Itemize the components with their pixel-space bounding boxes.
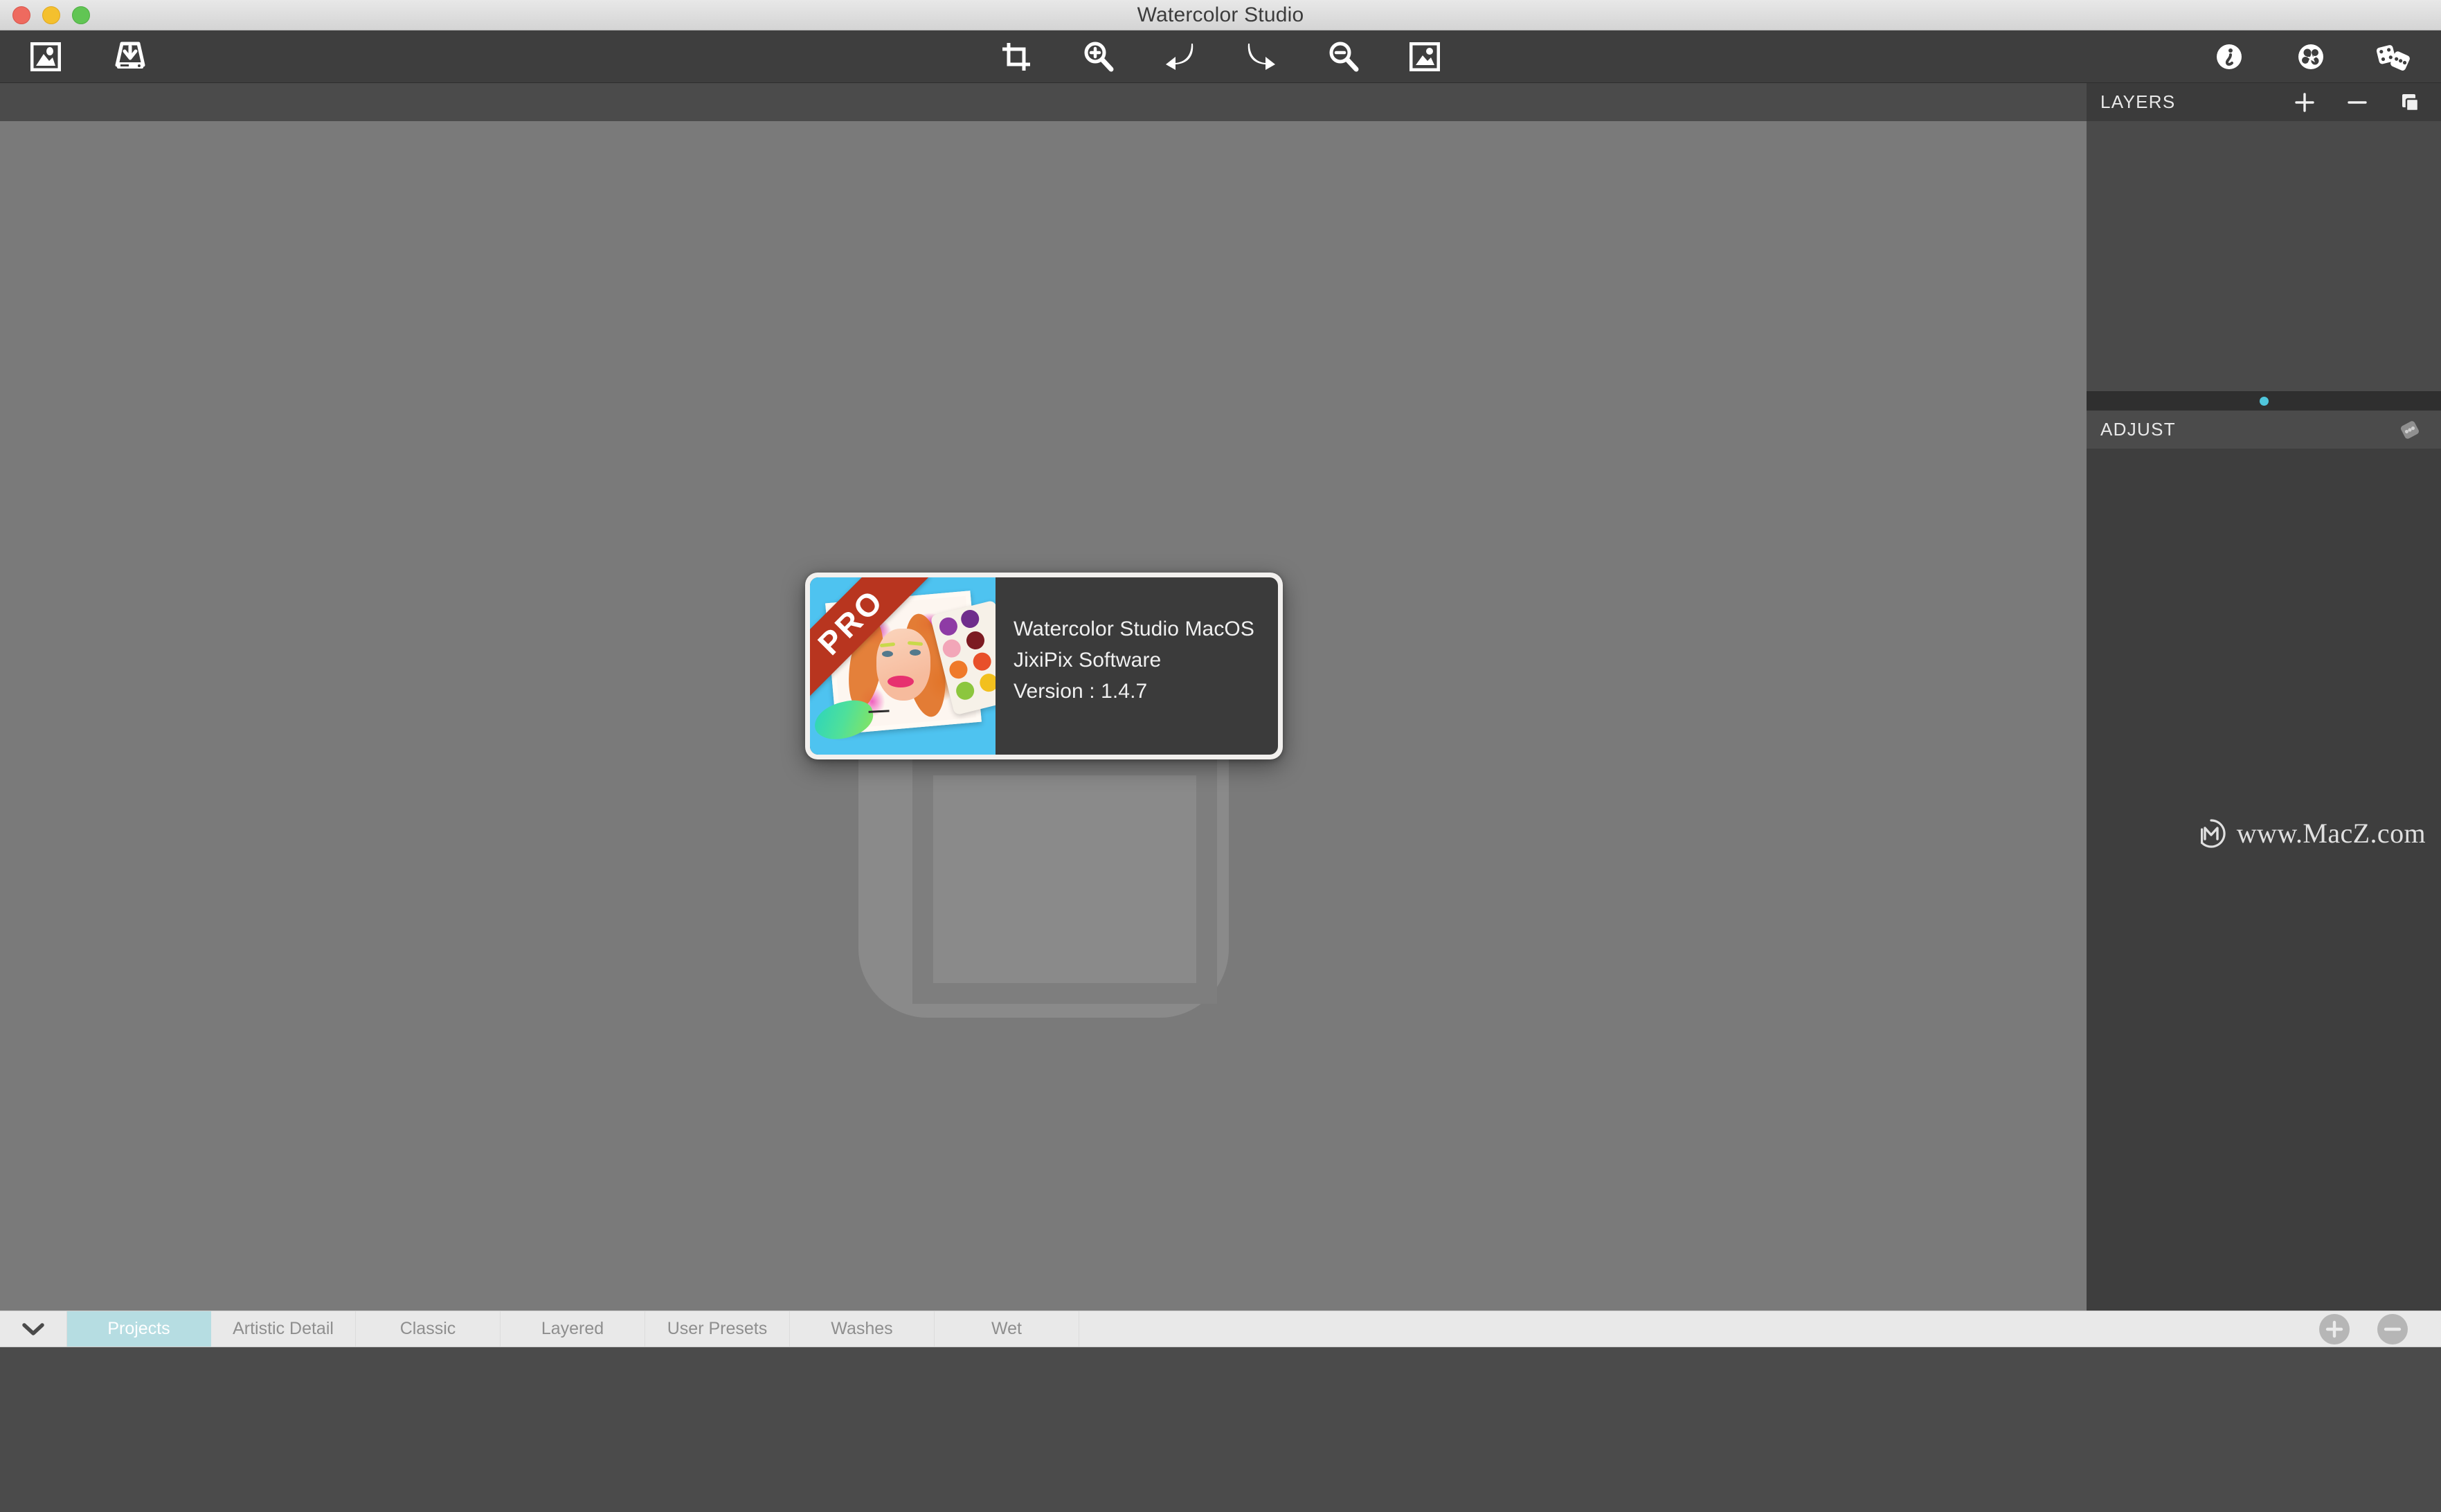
layers-panel-title: LAYERS [2100, 91, 2176, 112]
remove-layer-button[interactable] [2345, 91, 2369, 114]
fit-image-icon[interactable] [1407, 39, 1443, 75]
toolbar-subbar [0, 83, 2441, 121]
minimize-button[interactable] [42, 6, 60, 24]
duplicate-layer-button[interactable] [2398, 91, 2422, 114]
app-icon-artwork: PRO [810, 577, 996, 755]
collapse-presets-button[interactable] [0, 1311, 66, 1347]
tab-wet[interactable]: Wet [935, 1311, 1079, 1347]
artwork-face [876, 629, 930, 701]
tab-washes[interactable]: Washes [790, 1311, 935, 1347]
about-company: JixiPix Software [1014, 649, 1162, 672]
about-version: Version : 1.4.7 [1014, 680, 1148, 703]
add-preset-button[interactable] [2319, 1313, 2350, 1344]
save-image-icon[interactable] [112, 39, 148, 75]
splat-icon[interactable] [2293, 39, 2329, 75]
add-layer-button[interactable] [2293, 91, 2316, 114]
titlebar: Watercolor Studio [0, 0, 2441, 30]
tab-classic[interactable]: Classic [356, 1311, 501, 1347]
watermark-text: www.MacZ.com [2236, 818, 2426, 849]
panel-splitter[interactable] [2087, 391, 2441, 411]
zoom-in-icon[interactable] [1080, 39, 1116, 75]
adjust-dice-icon[interactable] [2398, 418, 2422, 442]
redo-icon[interactable] [1243, 39, 1279, 75]
artwork-eye-right [910, 649, 921, 656]
layers-panel-header: LAYERS [2087, 83, 2441, 121]
traffic-lights [12, 0, 90, 30]
adjust-panel-actions [2398, 418, 2422, 442]
app-window: Watercolor Studio PRO Watercolor Studio … [0, 0, 2441, 1512]
tab-artistic-detail[interactable]: Artistic Detail [211, 1311, 356, 1347]
toolbar-left-group [28, 30, 148, 83]
crop-icon[interactable] [998, 39, 1034, 75]
zoom-out-icon[interactable] [1325, 39, 1361, 75]
chevron-down-icon [22, 1322, 44, 1335]
adjust-panel-title: ADJUST [2100, 419, 2176, 440]
preset-tabbar: Projects Artistic Detail Classic Layered… [0, 1311, 2441, 1347]
window-title: Watercolor Studio [1137, 3, 1304, 26]
artwork-lips [888, 676, 914, 687]
artwork-hummingbird [811, 696, 877, 744]
tab-projects[interactable]: Projects [66, 1311, 211, 1347]
info-icon[interactable] [2211, 39, 2247, 75]
about-dialog[interactable]: PRO Watercolor Studio MacOS JixiPix Soft… [805, 573, 1283, 759]
adjust-controls[interactable] [2087, 449, 2441, 1311]
toolbar-center-group [998, 30, 1443, 83]
dice-icon[interactable] [2375, 39, 2411, 75]
tab-user-presets[interactable]: User Presets [645, 1311, 790, 1347]
preset-actions [2319, 1311, 2441, 1347]
open-image-icon[interactable] [28, 39, 64, 75]
undo-icon[interactable] [1162, 39, 1198, 75]
splitter-handle-dot [2259, 396, 2269, 406]
layers-list[interactable] [2087, 121, 2441, 391]
maximize-button[interactable] [72, 6, 90, 24]
about-dialog-text: Watercolor Studio MacOS JixiPix Software… [996, 577, 1278, 755]
adjust-panel-header: ADJUST [2087, 411, 2441, 449]
remove-preset-button[interactable] [2377, 1313, 2408, 1344]
watermark: www.MacZ.com [2195, 817, 2426, 849]
preset-thumbnail-strip[interactable] [0, 1347, 2441, 1512]
close-button[interactable] [12, 6, 30, 24]
artwork-eye-left [882, 651, 893, 657]
preset-tabs: Projects Artistic Detail Classic Layered… [66, 1311, 1079, 1347]
toolbar-right-group [2211, 30, 2411, 83]
layers-panel-actions [2293, 91, 2422, 114]
right-panel: LAYERS ADJUST www.MacZ.com [2087, 83, 2441, 1311]
about-app-name: Watercolor Studio MacOS [1014, 618, 1254, 640]
main-toolbar [0, 30, 2441, 83]
tab-layered[interactable]: Layered [501, 1311, 645, 1347]
m-circle-logo [2200, 818, 2226, 848]
about-dialog-inner: PRO Watercolor Studio MacOS JixiPix Soft… [810, 577, 1278, 755]
